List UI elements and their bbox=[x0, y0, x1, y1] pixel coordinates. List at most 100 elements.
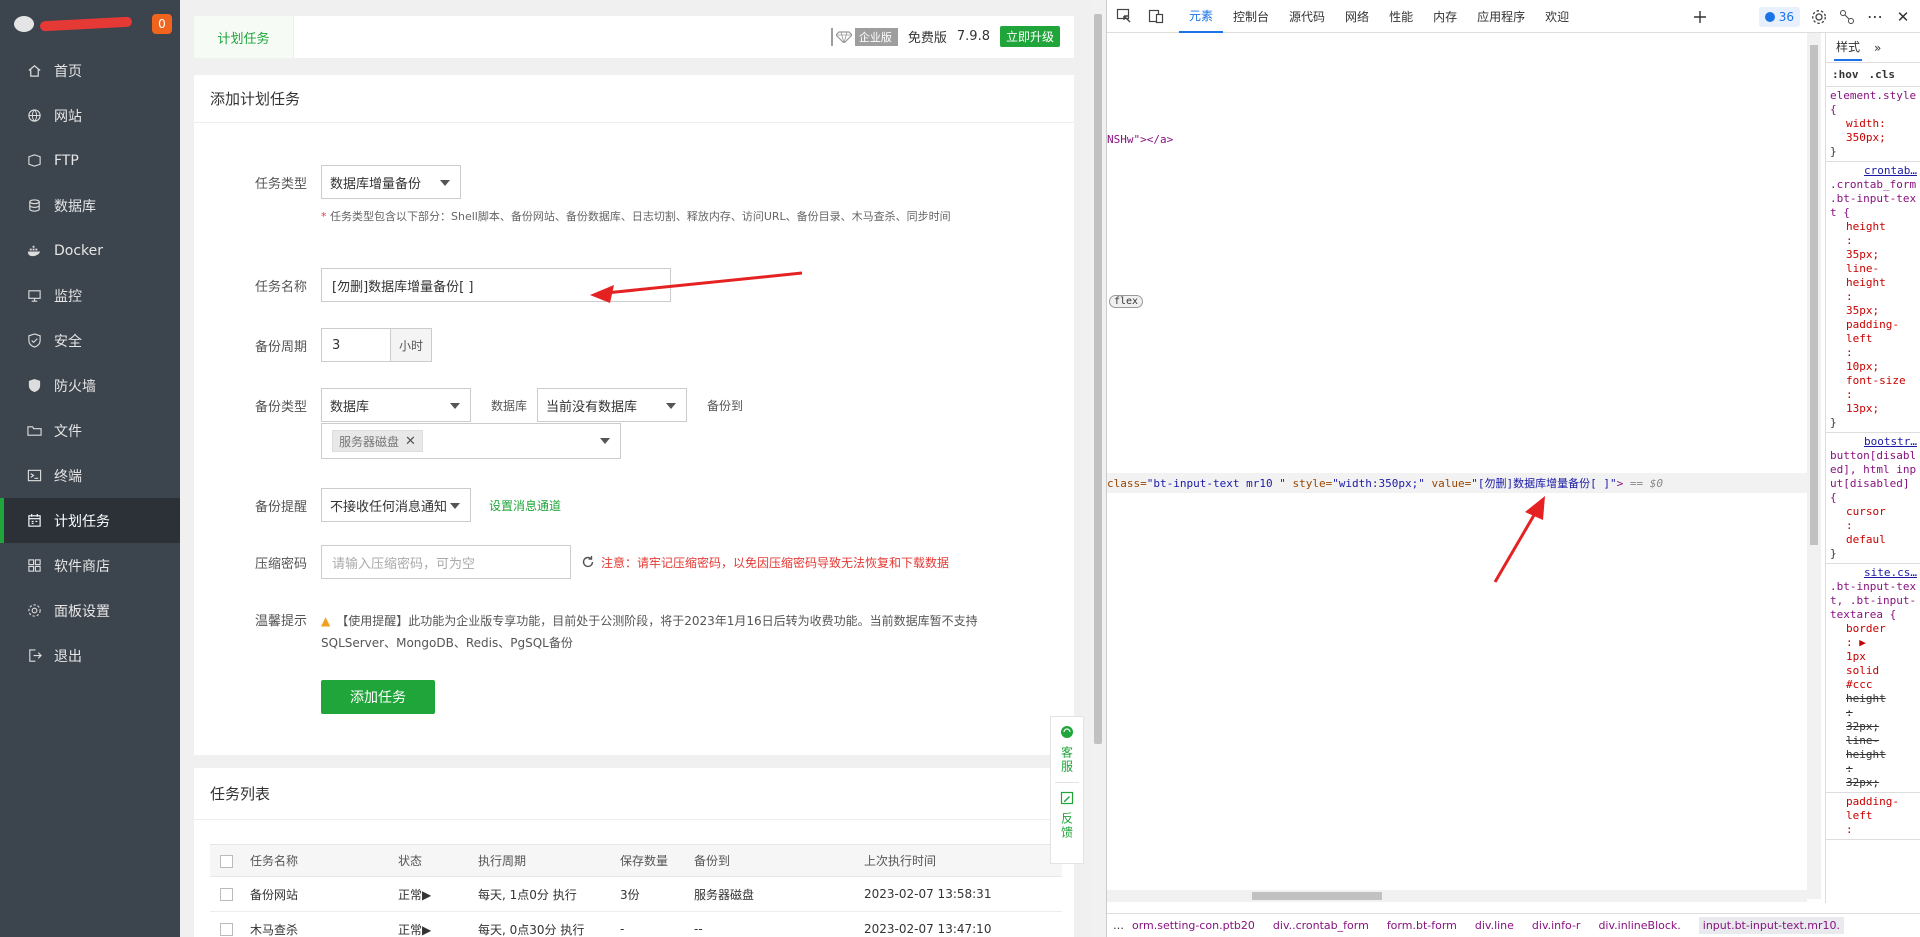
task-list-title: 任务列表 bbox=[194, 768, 1074, 820]
devtools-tab-3[interactable]: 网络 bbox=[1335, 0, 1379, 33]
col-name: 任务名称 bbox=[250, 844, 398, 877]
service-icon bbox=[1060, 725, 1074, 742]
breadcrumb-item[interactable]: div..crontab_form bbox=[1273, 919, 1369, 932]
select-all-checkbox[interactable] bbox=[220, 854, 233, 868]
main-panel: 计划任务 企业版 免费版 7.9.8 立即升级 添加计划任务 任务类型 数据库增… bbox=[180, 0, 1090, 937]
device-toggle-icon[interactable] bbox=[1147, 7, 1165, 25]
cycle-input[interactable]: 3 bbox=[321, 328, 391, 362]
enterprise-badge[interactable]: 企业版 bbox=[830, 27, 898, 46]
sidebar-item-6[interactable]: 安全 bbox=[0, 318, 180, 363]
ftp-icon bbox=[26, 153, 42, 169]
message-channel-link[interactable]: 设置消息通道 bbox=[489, 497, 561, 514]
sidebar-item-3[interactable]: 数据库 bbox=[0, 183, 180, 228]
table-header: 任务名称 状态 执行周期 保存数量 备份到 上次执行时间 bbox=[210, 844, 1062, 877]
monitor-icon bbox=[26, 288, 42, 304]
code-hscrollbar[interactable] bbox=[1107, 890, 1807, 902]
styles-tab[interactable]: 样式 bbox=[1834, 34, 1863, 61]
breadcrumb-item[interactable]: div.info-r bbox=[1532, 919, 1581, 932]
style-property: 35px; bbox=[1846, 304, 1880, 317]
header-checkbox-cell bbox=[210, 844, 250, 877]
database-select[interactable]: 当前没有数据库 bbox=[537, 388, 687, 422]
style-rule[interactable]: padding-left: bbox=[1826, 793, 1920, 840]
backup-type-select[interactable]: 数据库 bbox=[321, 388, 471, 422]
sidebar-item-7[interactable]: 防火墙 bbox=[0, 363, 180, 408]
devtools-tab-2[interactable]: 源代码 bbox=[1279, 0, 1335, 33]
devtools-tab-0[interactable]: 元素 bbox=[1179, 0, 1224, 33]
sidebar-item-1[interactable]: 网站 bbox=[0, 93, 180, 138]
breadcrumb-item[interactable]: orm.setting-con.ptb20 bbox=[1132, 919, 1255, 932]
sidebar-item-5[interactable]: 监控 bbox=[0, 273, 180, 318]
upgrade-button[interactable]: 立即升级 bbox=[999, 26, 1060, 47]
style-rule[interactable]: site.cs… .bt-input-text, .bt-input-textar… bbox=[1826, 564, 1920, 793]
style-source-link[interactable]: bootstr… bbox=[1830, 435, 1917, 449]
cell-keep: - bbox=[620, 911, 694, 937]
devtools-tab-4[interactable]: 性能 bbox=[1379, 0, 1423, 33]
style-rule[interactable]: crontab… .crontab_form .bt-input-text {he… bbox=[1826, 162, 1920, 433]
breadcrumb-item[interactable]: div.inlineBlock. bbox=[1598, 919, 1680, 932]
plus-icon[interactable] bbox=[1691, 8, 1709, 26]
devtools-tab-7[interactable]: 欢迎 bbox=[1535, 0, 1579, 33]
task-table: 任务名称 状态 执行周期 保存数量 备份到 上次执行时间 备份网站 正常▶ 每天… bbox=[210, 844, 1062, 937]
chevron-right-icon[interactable]: » bbox=[1874, 41, 1881, 55]
sidebar-item-label: 数据库 bbox=[54, 198, 96, 215]
more-icon[interactable]: ⋯ bbox=[1866, 7, 1884, 26]
sidebar: 0 首页 网站 FTP 数据库 Docker 监控 安全 防火墙 文件 终端 计划任务 软件商店 面板设… bbox=[0, 0, 180, 937]
sidebar-item-label: Docker bbox=[54, 242, 104, 259]
inspect-icon[interactable] bbox=[1115, 7, 1133, 25]
backup-dest-select[interactable]: 服务器磁盘 ✕ bbox=[321, 423, 621, 459]
row-checkbox[interactable] bbox=[220, 923, 233, 936]
style-source-link[interactable]: crontab… bbox=[1830, 164, 1917, 178]
ellipsis-icon[interactable]: … bbox=[1113, 919, 1124, 932]
style-rule[interactable]: element.style {width: 350px;} bbox=[1826, 87, 1920, 162]
sidebar-item-0[interactable]: 首页 bbox=[0, 48, 180, 93]
add-task-card: 添加计划任务 任务类型 数据库增量备份 * 任务类型包含以下部分：Shell脚本… bbox=[194, 75, 1074, 755]
sidebar-item-11[interactable]: 软件商店 bbox=[0, 543, 180, 588]
style-source-link[interactable]: site.cs… bbox=[1830, 566, 1917, 580]
breadcrumb-item[interactable]: div.line bbox=[1475, 919, 1514, 932]
devtools-tab-6[interactable]: 应用程序 bbox=[1467, 0, 1535, 33]
tab-crontab[interactable]: 计划任务 bbox=[194, 16, 294, 58]
notification-badge[interactable]: 0 bbox=[152, 14, 172, 34]
service-button[interactable]: 客服 bbox=[1059, 746, 1076, 774]
style-property: padding-left bbox=[1846, 318, 1899, 345]
devtools-tab-1[interactable]: 控制台 bbox=[1223, 0, 1279, 33]
sidebar-item-12[interactable]: 面板设置 bbox=[0, 588, 180, 633]
sidebar-item-9[interactable]: 终端 bbox=[0, 453, 180, 498]
sidebar-item-4[interactable]: Docker bbox=[0, 228, 180, 273]
breadcrumb-item[interactable]: form.bt-form bbox=[1387, 919, 1457, 932]
gear-icon[interactable] bbox=[1810, 8, 1828, 26]
sidebar-item-2[interactable]: FTP bbox=[0, 138, 180, 183]
styles-tabbar: 样式 » bbox=[1826, 33, 1920, 63]
task-type-select[interactable]: 数据库增量备份 bbox=[321, 165, 461, 199]
refresh-icon[interactable] bbox=[581, 555, 595, 569]
close-icon[interactable]: ✕ bbox=[1894, 8, 1912, 26]
main-scrollbar[interactable] bbox=[1090, 0, 1106, 937]
enterprise-label: 企业版 bbox=[858, 30, 892, 44]
issues-badge[interactable]: 36 bbox=[1758, 6, 1800, 27]
row-reminder: 备份提醒 不接收任何消息通知 设置消息通道 bbox=[194, 488, 561, 522]
cell-status[interactable]: 正常▶ bbox=[398, 911, 478, 937]
devtools-tab-5[interactable]: 内存 bbox=[1423, 0, 1467, 33]
table-row[interactable]: 备份网站 正常▶ 每天, 1点0分 执行 3份 服务器磁盘 2023-02-07… bbox=[210, 876, 1062, 912]
table-row[interactable]: 木马查杀 正常▶ 每天, 0点30分 执行 - -- 2023-02-07 13… bbox=[210, 911, 1062, 937]
caret-down-icon bbox=[450, 403, 460, 409]
breadcrumb-item[interactable]: input.bt-input-text.mr10. bbox=[1698, 917, 1845, 934]
cell-status[interactable]: 正常▶ bbox=[398, 876, 478, 912]
hov-button[interactable]: :hov bbox=[1832, 68, 1859, 81]
feedback-button[interactable]: 反馈 bbox=[1059, 812, 1076, 840]
reminder-select[interactable]: 不接收任何消息通知 bbox=[321, 488, 471, 522]
flex-badge[interactable]: flex bbox=[1109, 295, 1144, 308]
connections-icon[interactable] bbox=[1838, 8, 1856, 26]
row-checkbox[interactable] bbox=[220, 888, 233, 901]
sidebar-item-10[interactable]: 计划任务 bbox=[0, 498, 180, 543]
sidebar-item-13[interactable]: 退出 bbox=[0, 633, 180, 678]
cls-button[interactable]: .cls bbox=[1869, 68, 1896, 81]
sidebar-item-8[interactable]: 文件 bbox=[0, 408, 180, 453]
code-scrollbar[interactable] bbox=[1807, 33, 1821, 899]
password-input[interactable]: 请输入压缩密码，可为空 bbox=[321, 545, 571, 579]
close-icon[interactable]: ✕ bbox=[405, 434, 416, 449]
style-rule[interactable]: bootstr… button[disabled], html input[dis… bbox=[1826, 433, 1920, 564]
selected-code-line[interactable]: class="bt-input-text mr10 " style="width… bbox=[1107, 473, 1807, 493]
code-line[interactable]: NSHw"></a> bbox=[1107, 133, 1173, 146]
add-task-button[interactable]: 添加任务 bbox=[321, 680, 435, 714]
